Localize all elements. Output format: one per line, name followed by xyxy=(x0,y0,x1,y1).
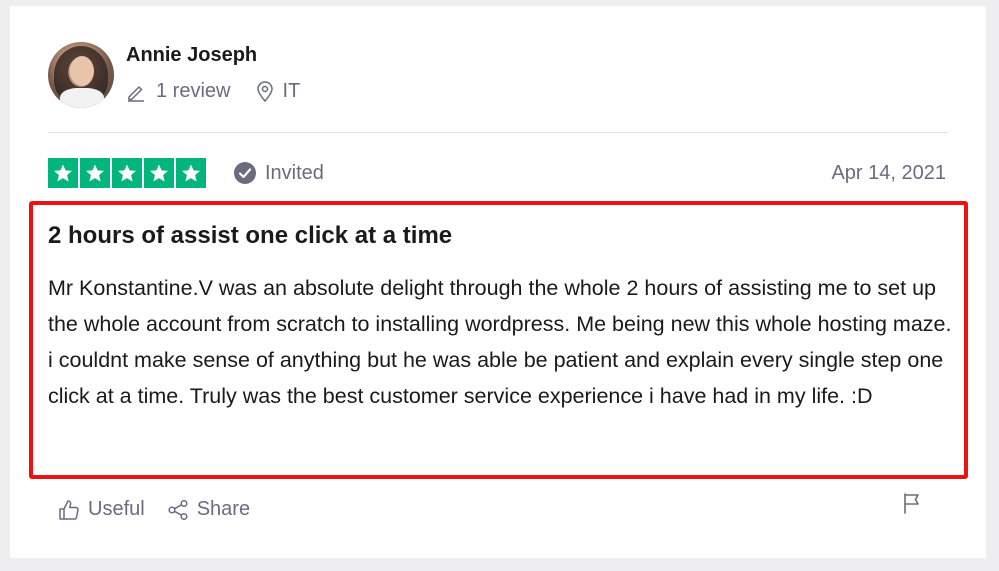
pencil-icon xyxy=(128,85,144,102)
useful-label: Useful xyxy=(88,498,145,520)
avatar[interactable] xyxy=(48,42,114,108)
reviewer-meta: 1 review IT xyxy=(126,80,300,103)
review-title[interactable]: 2 hours of assist one click at a time xyxy=(48,222,452,250)
review-date: Apr 14, 2021 xyxy=(831,162,946,184)
location-pin-icon xyxy=(257,80,274,102)
review-card: Annie Joseph 1 review IT Invited Apr 14,… xyxy=(10,6,986,558)
invited-badge[interactable]: Invited xyxy=(233,161,324,185)
thumbs-up-icon xyxy=(59,499,79,520)
star-rating xyxy=(48,158,208,188)
location-text: IT xyxy=(282,80,301,102)
avatar-shirt xyxy=(60,88,104,108)
flag-icon xyxy=(904,493,919,514)
review-actions: Useful Share xyxy=(58,498,250,521)
avatar-face xyxy=(70,56,94,86)
star-icon xyxy=(176,158,206,188)
review-count: 1 review xyxy=(126,80,230,103)
check-circle-icon xyxy=(234,162,256,184)
reviewer-name[interactable]: Annie Joseph xyxy=(126,44,257,67)
share-icon xyxy=(168,499,188,520)
review-body: Mr Konstantine.V was an absolute delight… xyxy=(48,276,952,408)
share-label: Share xyxy=(196,498,251,520)
header-divider xyxy=(48,132,948,133)
flag-button[interactable] xyxy=(902,492,922,519)
star-icon xyxy=(80,158,110,188)
reviewer-location: IT xyxy=(230,80,300,103)
useful-button[interactable]: Useful xyxy=(58,498,145,521)
star-icon xyxy=(112,158,142,188)
share-button[interactable]: Share xyxy=(167,498,250,521)
invited-label: Invited xyxy=(265,161,324,184)
star-icon xyxy=(48,158,78,188)
review-count-text: 1 review xyxy=(156,80,231,102)
star-icon xyxy=(144,158,174,188)
